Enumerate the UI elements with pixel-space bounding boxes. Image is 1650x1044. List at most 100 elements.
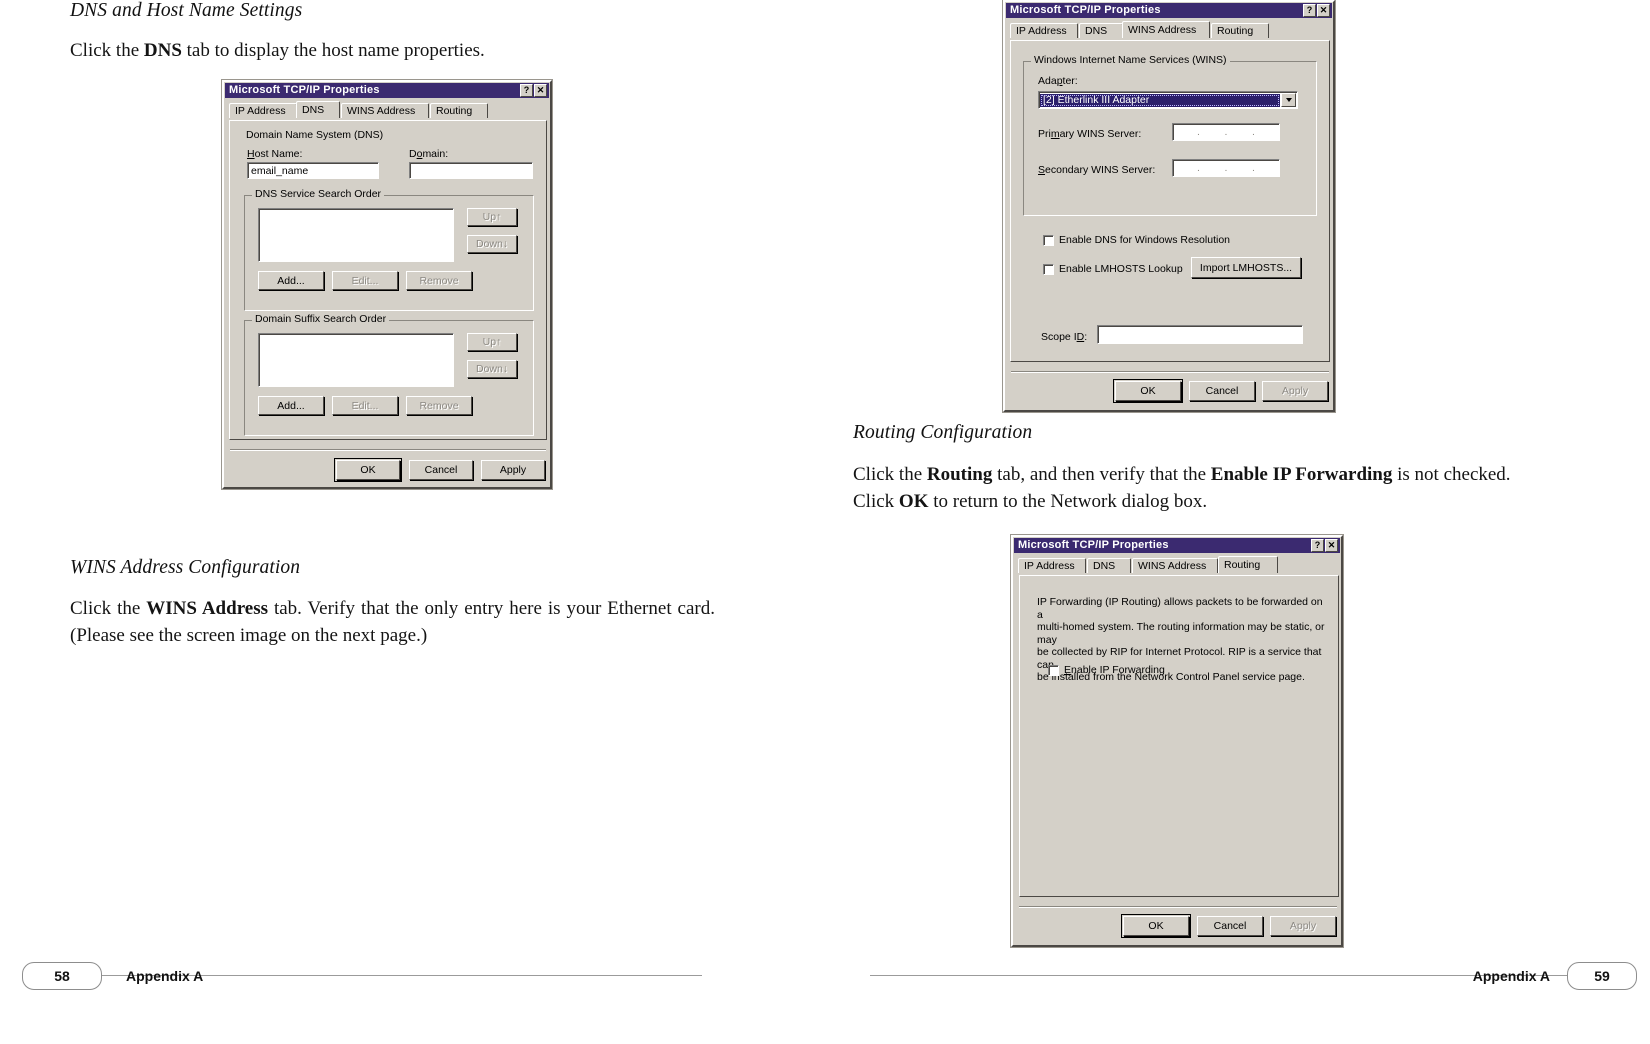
- close-icon[interactable]: ✕: [534, 84, 547, 97]
- routing-footer-divider: [1019, 906, 1337, 908]
- tab-routing[interactable]: Routing: [1211, 23, 1269, 38]
- checkbox-icon[interactable]: [1048, 664, 1059, 676]
- tab-ip-address[interactable]: IP Address: [1018, 558, 1086, 573]
- routing-bold-enable-ip-forwarding: Enable IP Forwarding: [1210, 464, 1393, 485]
- dns-service-up-button[interactable]: Up↑: [467, 208, 517, 226]
- enable-dns-for-windows-resolution-checkbox[interactable]: Enable DNS for Windows Resolution: [1043, 234, 1230, 246]
- enable-lmhosts-checkbox-label: Enable LMHOSTS Lookup: [1059, 263, 1183, 275]
- host-name-input[interactable]: email_name: [247, 162, 379, 179]
- routing-text-1: Click the: [853, 464, 927, 485]
- wins-dialog-title: Microsoft TCP/IP Properties: [1010, 4, 1161, 16]
- wins-group: Windows Internet Name Services (WINS) Ad…: [1023, 55, 1317, 216]
- enable-lmhosts-lookup-checkbox[interactable]: Enable LMHOSTS Lookup: [1043, 263, 1183, 275]
- dns-tabstrip[interactable]: IP Address DNS WINS Address Routing: [229, 101, 546, 120]
- wins-footer-divider: [1011, 371, 1329, 373]
- close-icon[interactable]: ✕: [1325, 539, 1338, 552]
- tab-wins-address[interactable]: WINS Address: [1122, 21, 1210, 38]
- tab-wins-address[interactable]: WINS Address: [1132, 558, 1218, 573]
- help-icon[interactable]: ?: [1303, 4, 1316, 17]
- scope-id-label-colon: :: [1084, 331, 1088, 343]
- primary-wins-server-input[interactable]: . . .: [1172, 123, 1280, 141]
- dns-dialog-title: Microsoft TCP/IP Properties: [229, 84, 380, 96]
- routing-dialog-titlebar[interactable]: Microsoft TCP/IP Properties ? ✕: [1014, 538, 1340, 553]
- help-icon[interactable]: ?: [520, 84, 533, 97]
- domain-suffix-down-button[interactable]: Down↓: [467, 360, 517, 378]
- right-page-number: 59: [1567, 962, 1637, 990]
- left-section-heading-wins: WINS Address Configuration: [70, 557, 301, 578]
- dns-apply-button[interactable]: Apply: [481, 460, 545, 480]
- enable-dns-checkbox-label: Enable DNS for Windows Resolution: [1059, 234, 1230, 246]
- right-paragraph-routing: Click the Routing tab, and then verify t…: [853, 462, 1535, 516]
- secondary-wins-server-input[interactable]: . . .: [1172, 159, 1280, 177]
- wins-tabpage: Windows Internet Name Services (WINS) Ad…: [1010, 40, 1330, 362]
- tab-routing[interactable]: Routing: [430, 103, 488, 118]
- help-icon[interactable]: ?: [1311, 539, 1324, 552]
- wins-dialog-titlebar[interactable]: Microsoft TCP/IP Properties ? ✕: [1006, 3, 1332, 18]
- scope-id-input[interactable]: [1097, 325, 1303, 344]
- routing-tabpage: IP Forwarding (IP Routing) allows packet…: [1019, 575, 1339, 897]
- dialog-tcpip-properties-wins[interactable]: Microsoft TCP/IP Properties ? ✕ IP Addre…: [1002, 0, 1336, 413]
- domain-input[interactable]: [409, 162, 533, 179]
- adapter-label-ter: ter:: [1062, 75, 1078, 87]
- routing-apply-button[interactable]: Apply: [1270, 916, 1336, 936]
- tab-dns[interactable]: DNS: [296, 101, 340, 118]
- domain-suffix-search-listbox[interactable]: [258, 333, 454, 387]
- close-icon[interactable]: ✕: [1317, 4, 1330, 17]
- domain-suffix-add-button[interactable]: Add...: [258, 396, 324, 415]
- tab-wins-address[interactable]: WINS Address: [341, 103, 429, 118]
- dns-group-label: Domain Name System (DNS): [246, 129, 384, 141]
- ip-dot-1: .: [1197, 126, 1200, 138]
- left-page: DNS and Host Name Settings Click the DNS…: [0, 0, 825, 1044]
- adapter-dropdown[interactable]: [2] Etherlink III Adapter: [1038, 91, 1298, 109]
- tab-ip-address[interactable]: IP Address: [1010, 23, 1078, 38]
- dns-service-down-button[interactable]: Down↓: [467, 235, 517, 253]
- checkbox-icon[interactable]: [1043, 263, 1054, 275]
- dns-cancel-button[interactable]: Cancel: [409, 460, 473, 480]
- domain-suffix-up-button[interactable]: Up↑: [467, 333, 517, 351]
- tab-routing[interactable]: Routing: [1218, 556, 1278, 573]
- routing-ok-button[interactable]: OK: [1121, 914, 1191, 938]
- dns-service-edit-button[interactable]: Edit...: [332, 271, 398, 290]
- routing-text-2: tab, and then verify that the: [992, 464, 1211, 485]
- tab-dns[interactable]: DNS: [1087, 558, 1131, 573]
- primary-wins-server-label: Primary WINS Server:: [1038, 128, 1142, 140]
- domain-label: Domain:: [409, 148, 449, 160]
- dialog-tcpip-properties-routing[interactable]: Microsoft TCP/IP Properties ? ✕ IP Addre…: [1010, 534, 1344, 948]
- secondary-wins-server-label: Secondary WINS Server:: [1038, 164, 1156, 176]
- routing-tabstrip[interactable]: IP Address DNS WINS Address Routing: [1018, 556, 1337, 575]
- routing-bold-routing: Routing: [926, 464, 993, 485]
- tab-ip-address[interactable]: IP Address: [229, 103, 297, 118]
- dns-service-search-order-group: DNS Service Search Order Up↑ Down↓ Add..…: [244, 189, 534, 311]
- paragraph-text-prefix: Click the: [70, 40, 144, 61]
- wins-apply-button[interactable]: Apply: [1262, 381, 1328, 401]
- tab-dns[interactable]: DNS: [1079, 23, 1123, 38]
- wins-ok-button[interactable]: OK: [1113, 379, 1183, 403]
- right-section-heading-routing: Routing Configuration: [853, 422, 1033, 443]
- dns-service-search-listbox[interactable]: [258, 208, 454, 262]
- import-lmhosts-button[interactable]: Import LMHOSTS...: [1191, 257, 1301, 278]
- wins-tabstrip[interactable]: IP Address DNS WINS Address Routing: [1010, 21, 1329, 40]
- primary-label-rest: ary WINS Server:: [1059, 128, 1142, 140]
- paragraph-text-suffix: tab to display the host name properties.: [181, 40, 485, 61]
- domain-suffix-remove-button[interactable]: Remove: [406, 396, 472, 415]
- checkbox-icon[interactable]: [1043, 234, 1054, 246]
- dialog-tcpip-properties-dns[interactable]: Microsoft TCP/IP Properties ? ✕ IP Addre…: [221, 79, 553, 490]
- domain-suffix-edit-button[interactable]: Edit...: [332, 396, 398, 415]
- domain-label-d: D: [409, 148, 417, 160]
- adapter-label-ada: Ada: [1038, 75, 1057, 87]
- enable-ip-forwarding-label: Enable IP Forwarding: [1064, 664, 1165, 676]
- dns-ok-button[interactable]: OK: [334, 458, 402, 482]
- ip-dot-2: .: [1224, 162, 1228, 174]
- dns-service-add-button[interactable]: Add...: [258, 271, 324, 290]
- domain-suffix-search-order-label: Domain Suffix Search Order: [252, 314, 390, 325]
- routing-cancel-button[interactable]: Cancel: [1197, 916, 1263, 936]
- scope-id-label-scope: Scope I: [1041, 331, 1077, 343]
- dns-dialog-titlebar[interactable]: Microsoft TCP/IP Properties ? ✕: [225, 83, 549, 98]
- ip-dot-3: .: [1252, 162, 1255, 174]
- enable-ip-forwarding-checkbox[interactable]: Enable IP Forwarding: [1048, 664, 1165, 676]
- host-name-label-text: ost Name:: [254, 148, 303, 160]
- wins-cancel-button[interactable]: Cancel: [1189, 381, 1255, 401]
- dns-service-search-order-label: DNS Service Search Order: [252, 189, 385, 200]
- dns-service-remove-button[interactable]: Remove: [406, 271, 472, 290]
- chevron-down-icon[interactable]: [1281, 93, 1296, 107]
